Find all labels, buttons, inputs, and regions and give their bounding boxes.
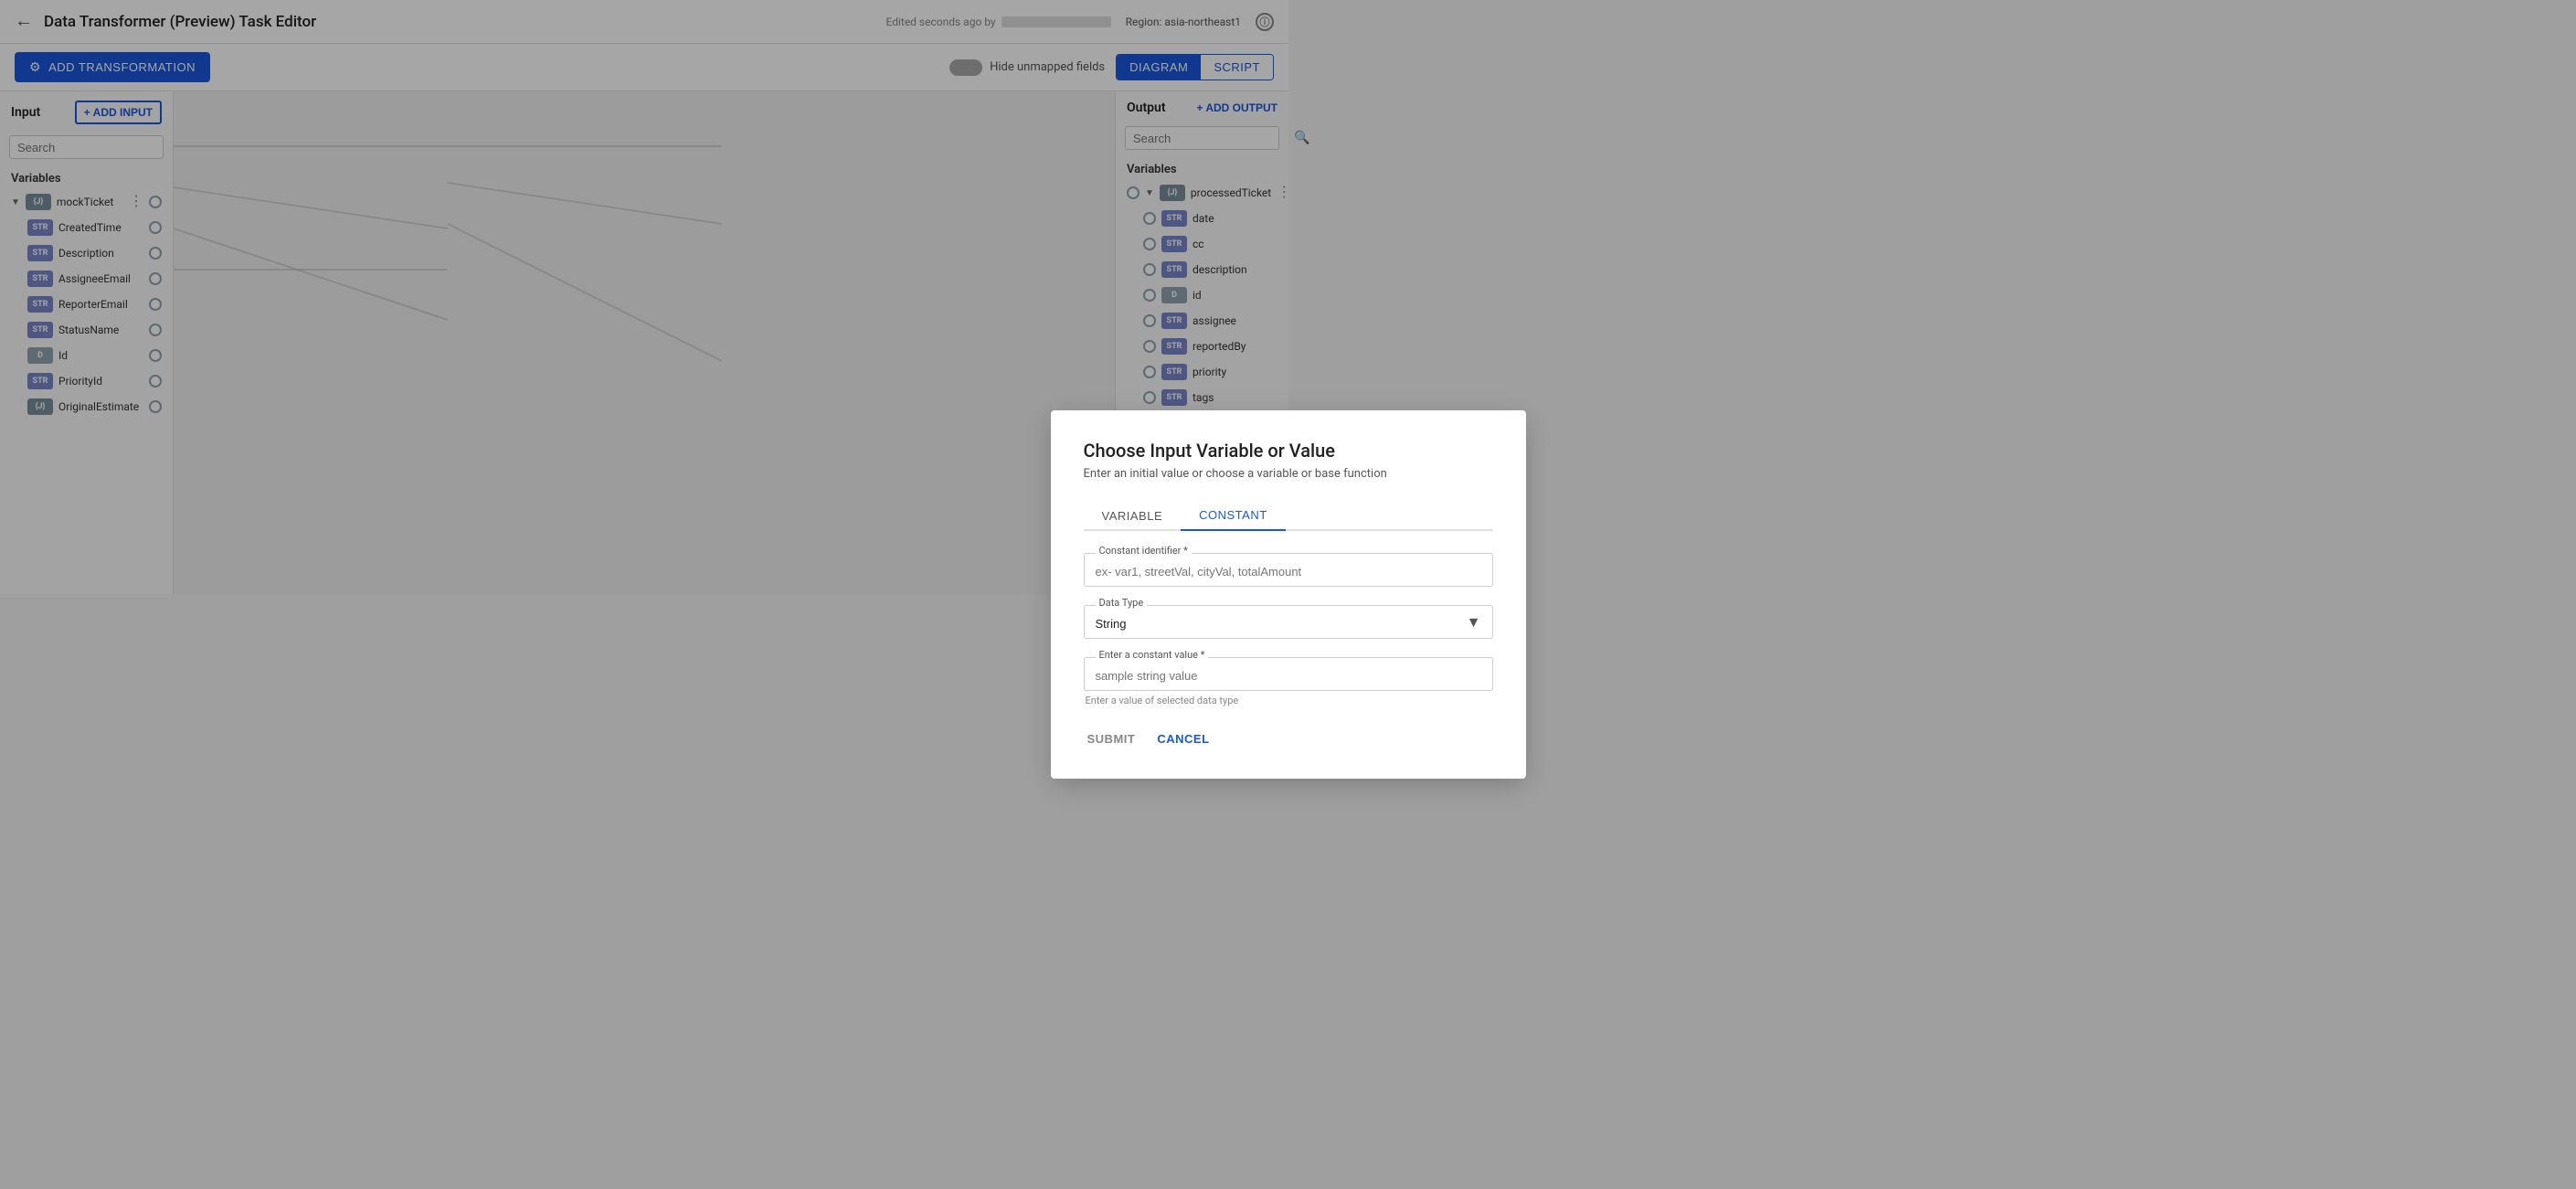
data-type-wrapper: Data Type String Integer Boolean Float ▼ xyxy=(1084,605,1493,639)
constant-identifier-wrapper: Constant identifier * xyxy=(1084,553,1493,587)
constant-value-input[interactable] xyxy=(1085,658,1492,690)
dialog-subtitle: Enter an initial value or choose a varia… xyxy=(1084,467,1493,481)
data-type-label: Data Type xyxy=(1096,597,1148,609)
dialog-tab-group: VARIABLE CONSTANT xyxy=(1084,499,1493,531)
tab-constant[interactable]: CONSTANT xyxy=(1181,501,1286,531)
data-type-group: Data Type String Integer Boolean Float ▼ xyxy=(1084,605,1493,639)
dialog-actions: SUBMIT CANCEL xyxy=(1084,725,1493,753)
submit-button[interactable]: SUBMIT xyxy=(1084,725,1140,753)
tab-variable[interactable]: VARIABLE xyxy=(1084,501,1182,531)
dialog-title: Choose Input Variable or Value xyxy=(1084,440,1493,462)
constant-identifier-input[interactable] xyxy=(1085,554,1492,586)
constant-value-wrapper: Enter a constant value * xyxy=(1084,657,1493,691)
choose-input-dialog: Choose Input Variable or Value Enter an … xyxy=(1051,410,1526,779)
cancel-button[interactable]: CANCEL xyxy=(1146,725,1220,753)
constant-value-label: Enter a constant value * xyxy=(1096,649,1209,661)
constant-value-hint: Enter a value of selected data type xyxy=(1084,695,1493,706)
constant-identifier-group: Constant identifier * xyxy=(1084,553,1493,587)
data-type-select[interactable]: String Integer Boolean Float xyxy=(1085,606,1492,638)
constant-value-group: Enter a constant value * Enter a value o… xyxy=(1084,657,1493,706)
constant-identifier-label: Constant identifier * xyxy=(1096,545,1192,557)
dialog-overlay: Choose Input Variable or Value Enter an … xyxy=(0,0,2576,1189)
